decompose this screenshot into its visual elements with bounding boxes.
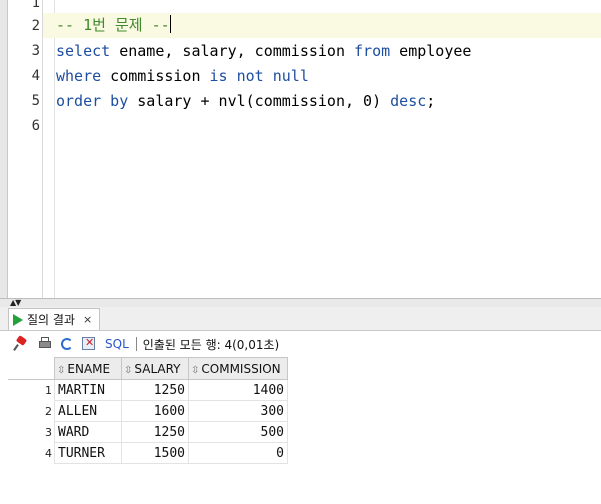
toolbar-separator: [135, 337, 137, 351]
column-header-commission[interactable]: ⇳ COMMISSION: [188, 357, 288, 380]
row-number-header: [8, 357, 55, 380]
cell-ename[interactable]: ALLEN: [54, 400, 122, 422]
line-number: 1: [31, 0, 40, 11]
cell-commission[interactable]: 1400: [188, 379, 288, 401]
fetch-status: 인출된 모든 행: 4(0,01초): [142, 337, 280, 352]
code-keyword: is not null: [209, 67, 309, 85]
code-text: employee: [390, 42, 472, 60]
cell-salary[interactable]: 1600: [121, 400, 189, 422]
grid-header-row: ⇳ ENAME ⇳ SALARY ⇳ COMMISSION: [8, 357, 288, 380]
cell-commission[interactable]: 500: [188, 421, 288, 443]
code-line-5[interactable]: order by salary + nvl(commission, 0) des…: [56, 89, 435, 113]
cell-ename[interactable]: WARD: [54, 421, 122, 443]
cell-ename[interactable]: MARTIN: [54, 379, 122, 401]
table-row[interactable]: 3 WARD 1250 500: [8, 421, 288, 443]
gutter-divider: [42, 0, 43, 298]
code-keyword: from: [354, 42, 391, 60]
sort-icon: ⇳: [57, 364, 66, 376]
line-number: 3: [31, 43, 40, 59]
sort-icon: ⇳: [124, 364, 133, 376]
run-result-icon: [13, 313, 23, 326]
code-text: ;: [426, 92, 436, 110]
cell-ename[interactable]: TURNER: [54, 442, 122, 464]
code-line-3[interactable]: select ename, salary, commission from em…: [56, 39, 471, 63]
editor-side-strip: [0, 0, 8, 298]
row-number: 3: [45, 425, 52, 439]
splitter-arrows-icon[interactable]: ▲▼: [10, 298, 21, 307]
print-icon[interactable]: [37, 336, 53, 352]
row-number: 2: [45, 404, 52, 418]
code-comment: -- 1번 문제 --: [56, 16, 170, 34]
code-text: commission: [101, 67, 210, 85]
line-number: 6: [31, 118, 40, 134]
column-header-label: SALARY: [134, 361, 181, 376]
tab-label: 질의 결과: [27, 313, 75, 327]
table-row[interactable]: 4 TURNER 1500 0: [8, 442, 288, 464]
column-header-ename[interactable]: ⇳ ENAME: [54, 357, 122, 380]
tab-query-result[interactable]: 질의 결과 ×: [8, 308, 100, 330]
refresh-icon[interactable]: [61, 338, 73, 350]
row-number: 1: [45, 383, 52, 397]
sql-button[interactable]: SQL: [105, 337, 129, 351]
cell-commission[interactable]: 0: [188, 442, 288, 464]
line-number: 2: [31, 18, 40, 34]
column-header-label: COMMISSION: [201, 361, 281, 376]
results-tab-bar: 질의 결과 ×: [0, 307, 601, 331]
cancel-query-icon[interactable]: [81, 336, 97, 352]
code-keyword: select: [56, 42, 111, 60]
sql-editor[interactable]: 1 2 3 4 5 6 -- 1번 문제 -- select ename, sa…: [0, 0, 601, 298]
results-grid: ⇳ ENAME ⇳ SALARY ⇳ COMMISSION 1 MARTIN 1250…: [8, 357, 288, 464]
panel-splitter[interactable]: ▲▼: [0, 298, 601, 307]
code-text: salary + nvl(commission, 0): [128, 92, 391, 110]
row-number: 4: [45, 446, 52, 460]
line-number: 5: [31, 93, 40, 109]
pin-icon[interactable]: [13, 336, 29, 352]
code-text: ename, salary, commission: [110, 42, 355, 60]
code-keyword: desc: [390, 92, 427, 110]
cell-salary[interactable]: 1250: [121, 421, 189, 443]
cell-salary[interactable]: 1500: [121, 442, 189, 464]
results-toolbar: SQL 인출된 모든 행: 4(0,01초): [0, 331, 601, 357]
column-header-salary[interactable]: ⇳ SALARY: [121, 357, 189, 380]
line-number: 4: [31, 68, 40, 84]
fold-divider: [54, 0, 55, 298]
table-row[interactable]: 1 MARTIN 1250 1400: [8, 379, 288, 401]
code-keyword: where: [56, 67, 102, 85]
code-line-2[interactable]: -- 1번 문제 --: [56, 13, 171, 37]
table-row[interactable]: 2 ALLEN 1600 300: [8, 400, 288, 422]
cell-salary[interactable]: 1250: [121, 379, 189, 401]
column-header-label: ENAME: [67, 361, 111, 376]
code-line-4[interactable]: where commission is not null: [56, 64, 309, 88]
text-caret: [169, 15, 171, 33]
close-tab-icon[interactable]: ×: [83, 313, 92, 326]
cell-commission[interactable]: 300: [188, 400, 288, 422]
sort-icon: ⇳: [191, 364, 200, 376]
code-keyword: order by: [56, 92, 129, 110]
